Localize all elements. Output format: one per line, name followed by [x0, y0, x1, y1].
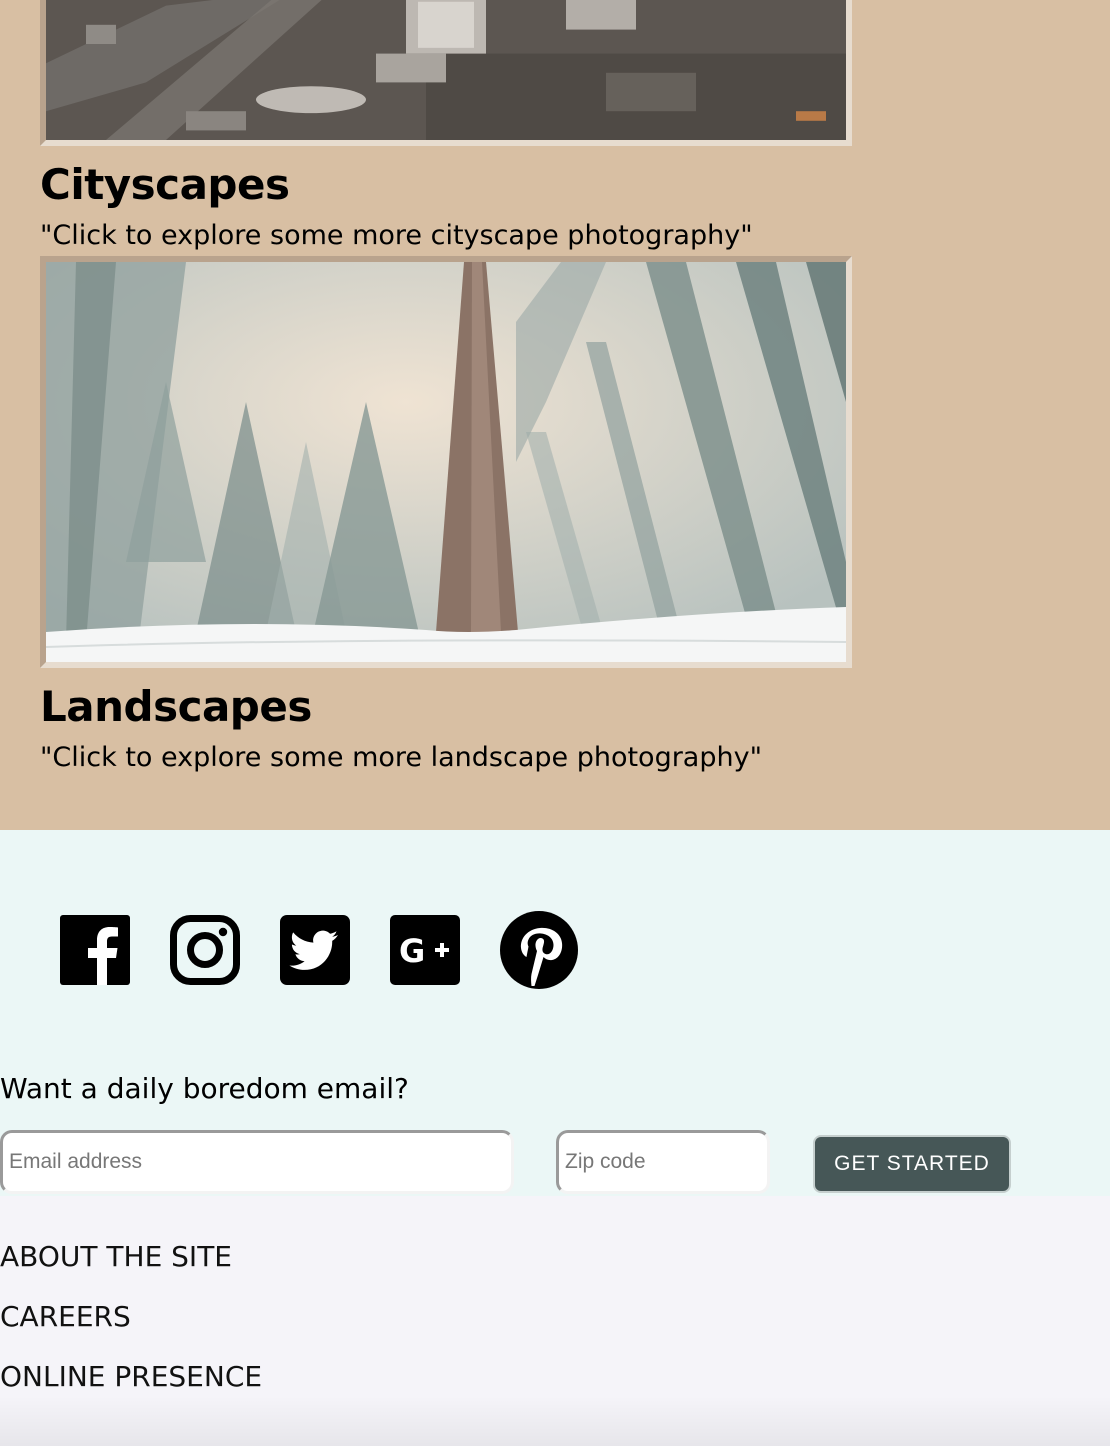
zip-code-field[interactable]	[556, 1130, 770, 1194]
landscapes-image-link[interactable]	[40, 256, 852, 668]
twitter-icon[interactable]	[280, 915, 350, 985]
footer-shadow	[0, 1396, 1110, 1446]
instagram-icon[interactable]	[170, 915, 240, 985]
get-started-button[interactable]: GET STARTED	[813, 1135, 1011, 1193]
cityscapes-description: "Click to explore some more cityscape ph…	[40, 220, 753, 251]
signup-question: Want a daily boredom email?	[0, 1072, 409, 1105]
landscapes-description: "Click to explore some more landscape ph…	[40, 742, 762, 773]
forest-photo	[46, 262, 846, 662]
cityscapes-image-link[interactable]	[40, 0, 852, 146]
cityscape-photo	[46, 0, 846, 140]
cityscapes-title: Cityscapes	[40, 160, 290, 209]
svg-text:G: G	[399, 932, 425, 970]
footer-link-online-presence[interactable]: ONLINE PRESENCE	[0, 1360, 262, 1393]
footer: ABOUT THE SITE CAREERS ONLINE PRESENCE	[0, 1196, 1110, 1446]
social-section: G Want a daily boredom email? GET STARTE…	[0, 830, 1110, 1196]
footer-link-careers[interactable]: CAREERS	[0, 1300, 131, 1333]
google-plus-icon[interactable]: G	[390, 915, 460, 985]
pinterest-icon[interactable]	[500, 911, 578, 989]
email-field[interactable]	[0, 1130, 514, 1194]
gallery-section: Cityscapes "Click to explore some more c…	[0, 0, 1110, 830]
landscapes-title: Landscapes	[40, 682, 312, 731]
footer-link-about[interactable]: ABOUT THE SITE	[0, 1240, 232, 1273]
facebook-icon[interactable]	[60, 915, 130, 985]
